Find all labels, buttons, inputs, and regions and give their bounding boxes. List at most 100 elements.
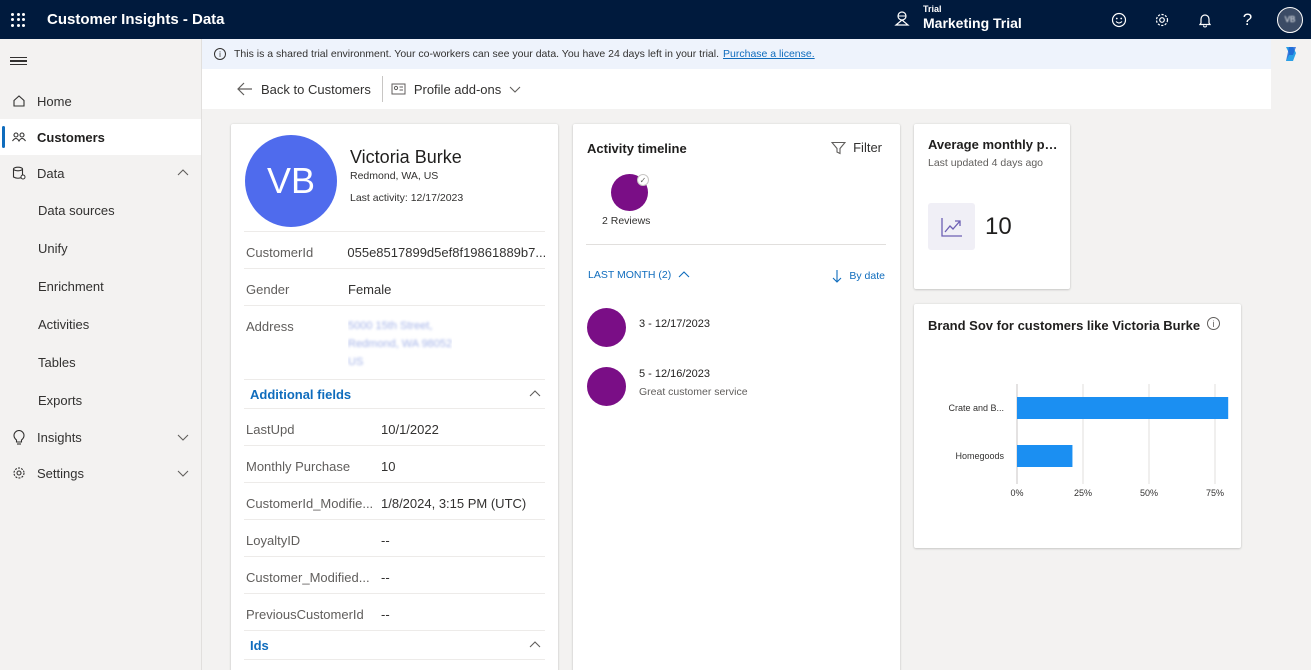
bell-icon — [1198, 13, 1211, 27]
timeline-item[interactable]: 3 - 12/17/2023 — [587, 308, 710, 347]
back-to-customers-button[interactable]: Back to Customers — [237, 82, 371, 97]
category-label: Crate and B... — [948, 403, 1004, 413]
sidebar-item-home[interactable]: Home — [0, 83, 201, 119]
addons-label: Profile add-ons — [413, 81, 502, 97]
profile-addons-dropdown[interactable]: Profile add-ons — [391, 82, 521, 97]
last-activity: Last activity: 12/17/2023 — [350, 192, 464, 204]
settings-button[interactable] — [1140, 0, 1183, 39]
sidebar-item-exports[interactable]: Exports — [0, 381, 201, 419]
chevron-down-icon — [177, 470, 189, 477]
chevron-up-icon — [529, 641, 541, 648]
group-label: LAST MONTH (2) — [588, 269, 672, 281]
field-key: CustomerId — [246, 245, 314, 260]
sort-by-date-button[interactable]: By date — [832, 269, 885, 283]
sidebar-item-label: Activities — [38, 316, 90, 332]
field-key: LastUpd — [246, 422, 295, 437]
field-row: Customer_Modified... -- — [244, 556, 545, 593]
sidebar: Home Customers Data Data sources Unify E… — [0, 39, 202, 670]
sidebar-item-insights[interactable]: Insights — [0, 419, 201, 455]
activity-title: 3 - 12/17/2023 — [639, 318, 710, 330]
environment-name: Marketing Trial — [923, 15, 1022, 31]
environment-picker[interactable]: Trial Marketing Trial — [893, 4, 1022, 31]
customer-location: Redmond, WA, US — [350, 170, 439, 182]
field-value: 1/8/2024, 3:15 PM (UTC) — [381, 496, 527, 511]
help-button[interactable]: ? — [1226, 0, 1269, 39]
hamburger-button[interactable] — [0, 39, 201, 83]
sidebar-item-label: Unify — [38, 240, 68, 256]
lightbulb-icon — [11, 429, 27, 445]
average-monthly-purchase-card[interactable]: Average monthly pu... Last updated 4 day… — [914, 124, 1070, 289]
sidebar-item-data-sources[interactable]: Data sources — [0, 191, 201, 229]
sidebar-item-settings[interactable]: Settings — [0, 455, 201, 491]
sidebar-item-label: Settings — [37, 465, 84, 481]
field-key: LoyaltyID — [246, 533, 301, 548]
timeline-item[interactable]: 5 - 12/16/2023 Great customer service — [587, 367, 748, 406]
right-rail — [1271, 39, 1311, 670]
field-row: PreviousCustomerId -- — [244, 593, 545, 630]
ids-header[interactable]: Ids — [244, 630, 545, 659]
top-bar: Customer Insights - Data Trial Marketing… — [0, 0, 1311, 39]
activity-subtitle: Great customer service — [639, 386, 748, 398]
sidebar-item-label: Data sources — [38, 202, 115, 218]
address-line: Redmond, WA 98052 — [348, 338, 453, 350]
sidebar-item-label: Tables — [38, 354, 76, 370]
purchase-license-link[interactable]: Purchase a license. — [723, 48, 815, 60]
notifications-button[interactable] — [1183, 0, 1226, 39]
field-row: Monthly Purchase 10 — [244, 445, 545, 482]
user-avatar[interactable]: VB — [1277, 6, 1303, 33]
field-row: LastUpd 10/1/2022 — [244, 408, 545, 445]
profile-card: VB Victoria Burke Redmond, WA, US Last a… — [231, 124, 558, 670]
field-row: CustomerId 055e8517899d5ef8f19861889b7..… — [244, 231, 545, 268]
field-value: -- — [381, 533, 390, 548]
sidebar-item-tables[interactable]: Tables — [0, 343, 201, 381]
sidebar-item-activities[interactable]: Activities — [0, 305, 201, 343]
sidebar-item-label: Enrichment — [38, 278, 104, 294]
app-launcher-button[interactable] — [0, 0, 36, 39]
sidebar-item-data[interactable]: Data — [0, 155, 201, 191]
filter-icon — [831, 141, 847, 154]
command-divider — [381, 76, 383, 102]
environment-type: Trial — [923, 4, 942, 14]
field-value: -- — [381, 570, 390, 585]
chevron-up-icon — [177, 169, 189, 176]
contact-card-icon — [391, 83, 406, 95]
sidebar-item-customers[interactable]: Customers — [0, 119, 201, 155]
activity-icon — [587, 367, 626, 406]
app-title[interactable]: Customer Insights - Data — [47, 11, 225, 28]
chevron-down-icon — [509, 86, 521, 93]
gear-icon — [11, 466, 27, 480]
field-key: CustomerId_Modifie... — [246, 496, 374, 511]
trend-chart-icon — [928, 203, 975, 250]
field-key: Gender — [246, 282, 290, 297]
address-line: 5000 15th Street, — [348, 320, 433, 332]
copilot-icon[interactable] — [1282, 45, 1300, 63]
sidebar-item-unify[interactable]: Unify — [0, 229, 201, 267]
additional-fields-header[interactable]: Additional fields — [244, 379, 545, 408]
field-value: 10/1/2022 — [381, 422, 439, 437]
checkmark-icon: ✓ — [637, 174, 649, 186]
info-icon: i — [214, 48, 226, 60]
customer-name: Victoria Burke — [350, 147, 462, 167]
activity-title: 5 - 12/16/2023 — [639, 368, 710, 380]
activity-timeline-card: Activity timeline Filter ✓ 2 Reviews LAS… — [573, 124, 900, 670]
field-key: PreviousCustomerId — [246, 607, 364, 622]
field-value: 10 — [381, 459, 396, 474]
question-icon: ? — [1242, 9, 1253, 29]
field-row: CustomerId_Modifie... 1/8/2024, 3:15 PM … — [244, 482, 545, 519]
measure-title: Average monthly pu... — [928, 137, 1062, 152]
group-header-last-month[interactable]: LAST MONTH (2) — [588, 269, 690, 281]
chevron-up-icon — [529, 390, 541, 397]
waffle-icon — [11, 12, 25, 27]
activity-type-label: 2 Reviews — [602, 215, 651, 227]
field-value[interactable]: 055e8517899d5ef8f19861889b7... — [347, 232, 545, 268]
sidebar-item-label: Exports — [38, 392, 83, 408]
feedback-button[interactable] — [1097, 0, 1140, 39]
gear-icon — [1155, 13, 1168, 26]
category-label: Homegoods — [955, 451, 1004, 461]
chevron-down-icon — [177, 434, 189, 441]
bar[interactable] — [1017, 445, 1073, 467]
filter-button[interactable]: Filter — [831, 140, 882, 155]
people-icon — [11, 130, 27, 144]
sidebar-item-enrichment[interactable]: Enrichment — [0, 267, 201, 305]
bar[interactable] — [1017, 397, 1229, 419]
